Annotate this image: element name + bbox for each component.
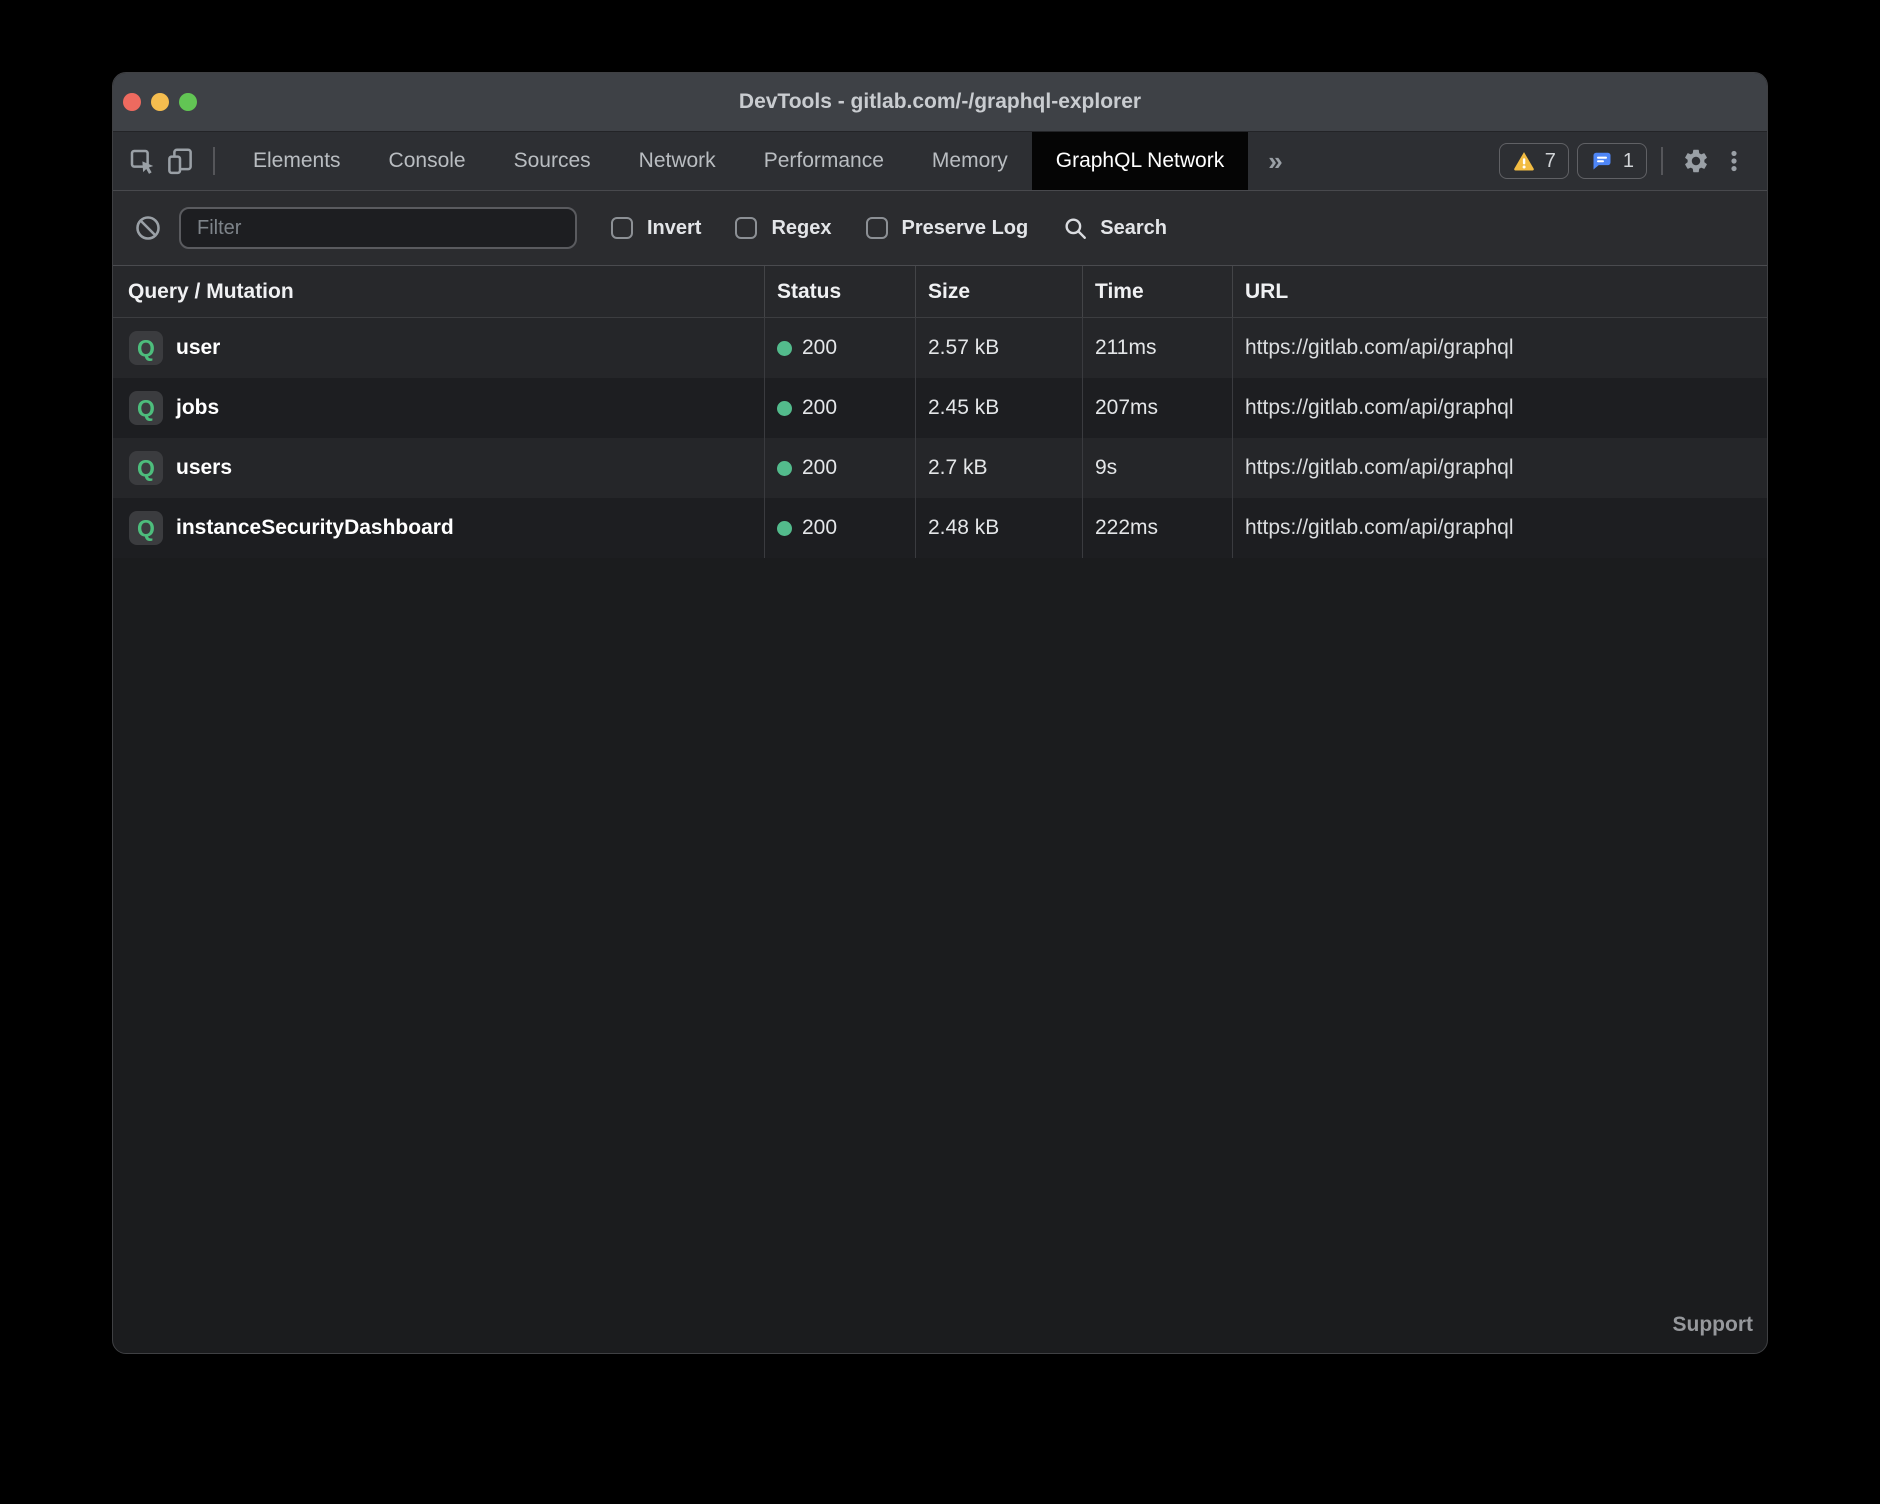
tab-memory[interactable]: Memory: [908, 132, 1032, 190]
status-cell: 200: [765, 318, 916, 378]
size-cell: 2.48 kB: [916, 498, 1083, 558]
more-options-button[interactable]: [1715, 132, 1753, 190]
status-code: 200: [802, 456, 837, 480]
status-code: 200: [802, 516, 837, 540]
support-link[interactable]: Support: [1673, 1313, 1753, 1337]
tab-network[interactable]: Network: [615, 132, 740, 190]
query-icon: Q: [129, 391, 163, 425]
more-tabs-button[interactable]: »: [1248, 132, 1302, 190]
zoom-window-button[interactable]: [179, 93, 197, 111]
inspect-element-button[interactable]: [123, 132, 161, 190]
warnings-badge-button[interactable]: 7: [1499, 143, 1569, 179]
gear-icon: [1682, 147, 1710, 175]
request-row-instancesecuritydashboard[interactable]: QinstanceSecurityDashboard 200 2.48 kB222m…: [113, 498, 1767, 558]
request-row-users[interactable]: Qusers 200 2.7 kB9shttps://gitlab.com/api/…: [113, 438, 1767, 498]
column-header-url[interactable]: URL: [1233, 266, 1767, 317]
tab-sources[interactable]: Sources: [490, 132, 615, 190]
filter-toolbar: Invert Regex Preserve Log Search: [113, 191, 1767, 266]
status-cell: 200: [765, 378, 916, 438]
size-cell: 2.7 kB: [916, 438, 1083, 498]
request-row-user[interactable]: Quser 200 2.57 kB211mshttps://gitlab.com/a…: [113, 318, 1767, 378]
column-header-status[interactable]: Status: [765, 266, 916, 317]
checkbox-box-preserve-log[interactable]: [866, 217, 888, 239]
filter-options: Invert Regex Preserve Log: [577, 217, 1028, 240]
query-name-cell[interactable]: Quser: [113, 318, 765, 378]
search-label: Search: [1100, 217, 1167, 240]
status-code: 200: [802, 336, 837, 360]
tab-graphql-network[interactable]: GraphQL Network: [1032, 132, 1248, 190]
url-cell: https://gitlab.com/api/graphql: [1233, 498, 1767, 558]
query-name-cell[interactable]: Qjobs: [113, 378, 765, 438]
column-header-size[interactable]: Size: [916, 266, 1083, 317]
url-cell: https://gitlab.com/api/graphql: [1233, 378, 1767, 438]
query-icon: Q: [129, 511, 163, 545]
search-icon: [1062, 215, 1088, 241]
traffic-lights: [123, 73, 197, 131]
query-name: user: [176, 336, 220, 360]
query-name-cell[interactable]: Qusers: [113, 438, 765, 498]
checkbox-preserve-log[interactable]: Preserve Log: [866, 217, 1029, 240]
block-icon: [134, 214, 162, 242]
query-name-cell[interactable]: QinstanceSecurityDashboard: [113, 498, 765, 558]
query-name: jobs: [176, 396, 219, 420]
status-code: 200: [802, 396, 837, 420]
status-ok-dot: [777, 401, 792, 416]
status-ok-dot: [777, 521, 792, 536]
url-cell: https://gitlab.com/api/graphql: [1233, 318, 1767, 378]
tab-console[interactable]: Console: [365, 132, 490, 190]
status-ok-dot: [777, 341, 792, 356]
warning-count: 7: [1545, 150, 1556, 173]
tab-strip: ElementsConsoleSourcesNetworkPerformance…: [229, 132, 1248, 190]
settings-button[interactable]: [1677, 132, 1715, 190]
tab-elements[interactable]: Elements: [229, 132, 365, 190]
query-name: instanceSecurityDashboard: [176, 516, 454, 540]
messages-badge-button[interactable]: 1: [1577, 143, 1647, 179]
window-title: DevTools - gitlab.com/-/graphql-explorer: [739, 90, 1141, 114]
query-icon: Q: [129, 451, 163, 485]
checkbox-box-invert[interactable]: [611, 217, 633, 239]
clear-log-button[interactable]: [129, 214, 167, 242]
device-toolbar-icon: [165, 146, 195, 176]
titlebar: DevTools - gitlab.com/-/graphql-explorer: [113, 73, 1767, 132]
size-cell: 2.57 kB: [916, 318, 1083, 378]
time-cell: 211ms: [1083, 318, 1233, 378]
inspect-icon: [127, 146, 157, 176]
checkbox-invert[interactable]: Invert: [611, 217, 701, 240]
time-cell: 207ms: [1083, 378, 1233, 438]
request-row-jobs[interactable]: Qjobs 200 2.45 kB207mshttps://gitlab.com/a…: [113, 378, 1767, 438]
warning-icon: [1512, 149, 1536, 173]
tab-performance[interactable]: Performance: [740, 132, 908, 190]
size-cell: 2.45 kB: [916, 378, 1083, 438]
tabbar-spacer: [1303, 132, 1489, 190]
query-icon: Q: [129, 331, 163, 365]
tabbar-separator-right: [1661, 147, 1663, 175]
devtools-window: DevTools - gitlab.com/-/graphql-explorer…: [112, 72, 1768, 1354]
url-cell: https://gitlab.com/api/graphql: [1233, 438, 1767, 498]
checkbox-label: Regex: [771, 217, 831, 240]
devtools-tabbar: ElementsConsoleSourcesNetworkPerformance…: [113, 132, 1767, 191]
minimize-window-button[interactable]: [151, 93, 169, 111]
checkbox-box-regex[interactable]: [735, 217, 757, 239]
filter-input[interactable]: [179, 207, 577, 249]
request-table-header: Query / Mutation Status Size Time URL: [113, 266, 1767, 318]
search-control[interactable]: Search: [1062, 215, 1167, 241]
status-cell: 200: [765, 438, 916, 498]
checkbox-label: Preserve Log: [902, 217, 1029, 240]
message-icon: [1590, 149, 1614, 173]
status-ok-dot: [777, 461, 792, 476]
close-window-button[interactable]: [123, 93, 141, 111]
column-header-query[interactable]: Query / Mutation: [113, 266, 765, 317]
time-cell: 222ms: [1083, 498, 1233, 558]
request-table-body: Quser2002.57 kB211mshttps://gitlab.com/a…: [113, 318, 1767, 558]
tabbar-separator: [213, 147, 215, 175]
toggle-device-toolbar-button[interactable]: [161, 132, 199, 190]
column-header-time[interactable]: Time: [1083, 266, 1233, 317]
message-count: 1: [1623, 150, 1634, 173]
status-cell: 200: [765, 498, 916, 558]
kebab-menu-icon: [1721, 148, 1747, 174]
query-name: users: [176, 456, 232, 480]
time-cell: 9s: [1083, 438, 1233, 498]
checkbox-regex[interactable]: Regex: [735, 217, 831, 240]
checkbox-label: Invert: [647, 217, 701, 240]
